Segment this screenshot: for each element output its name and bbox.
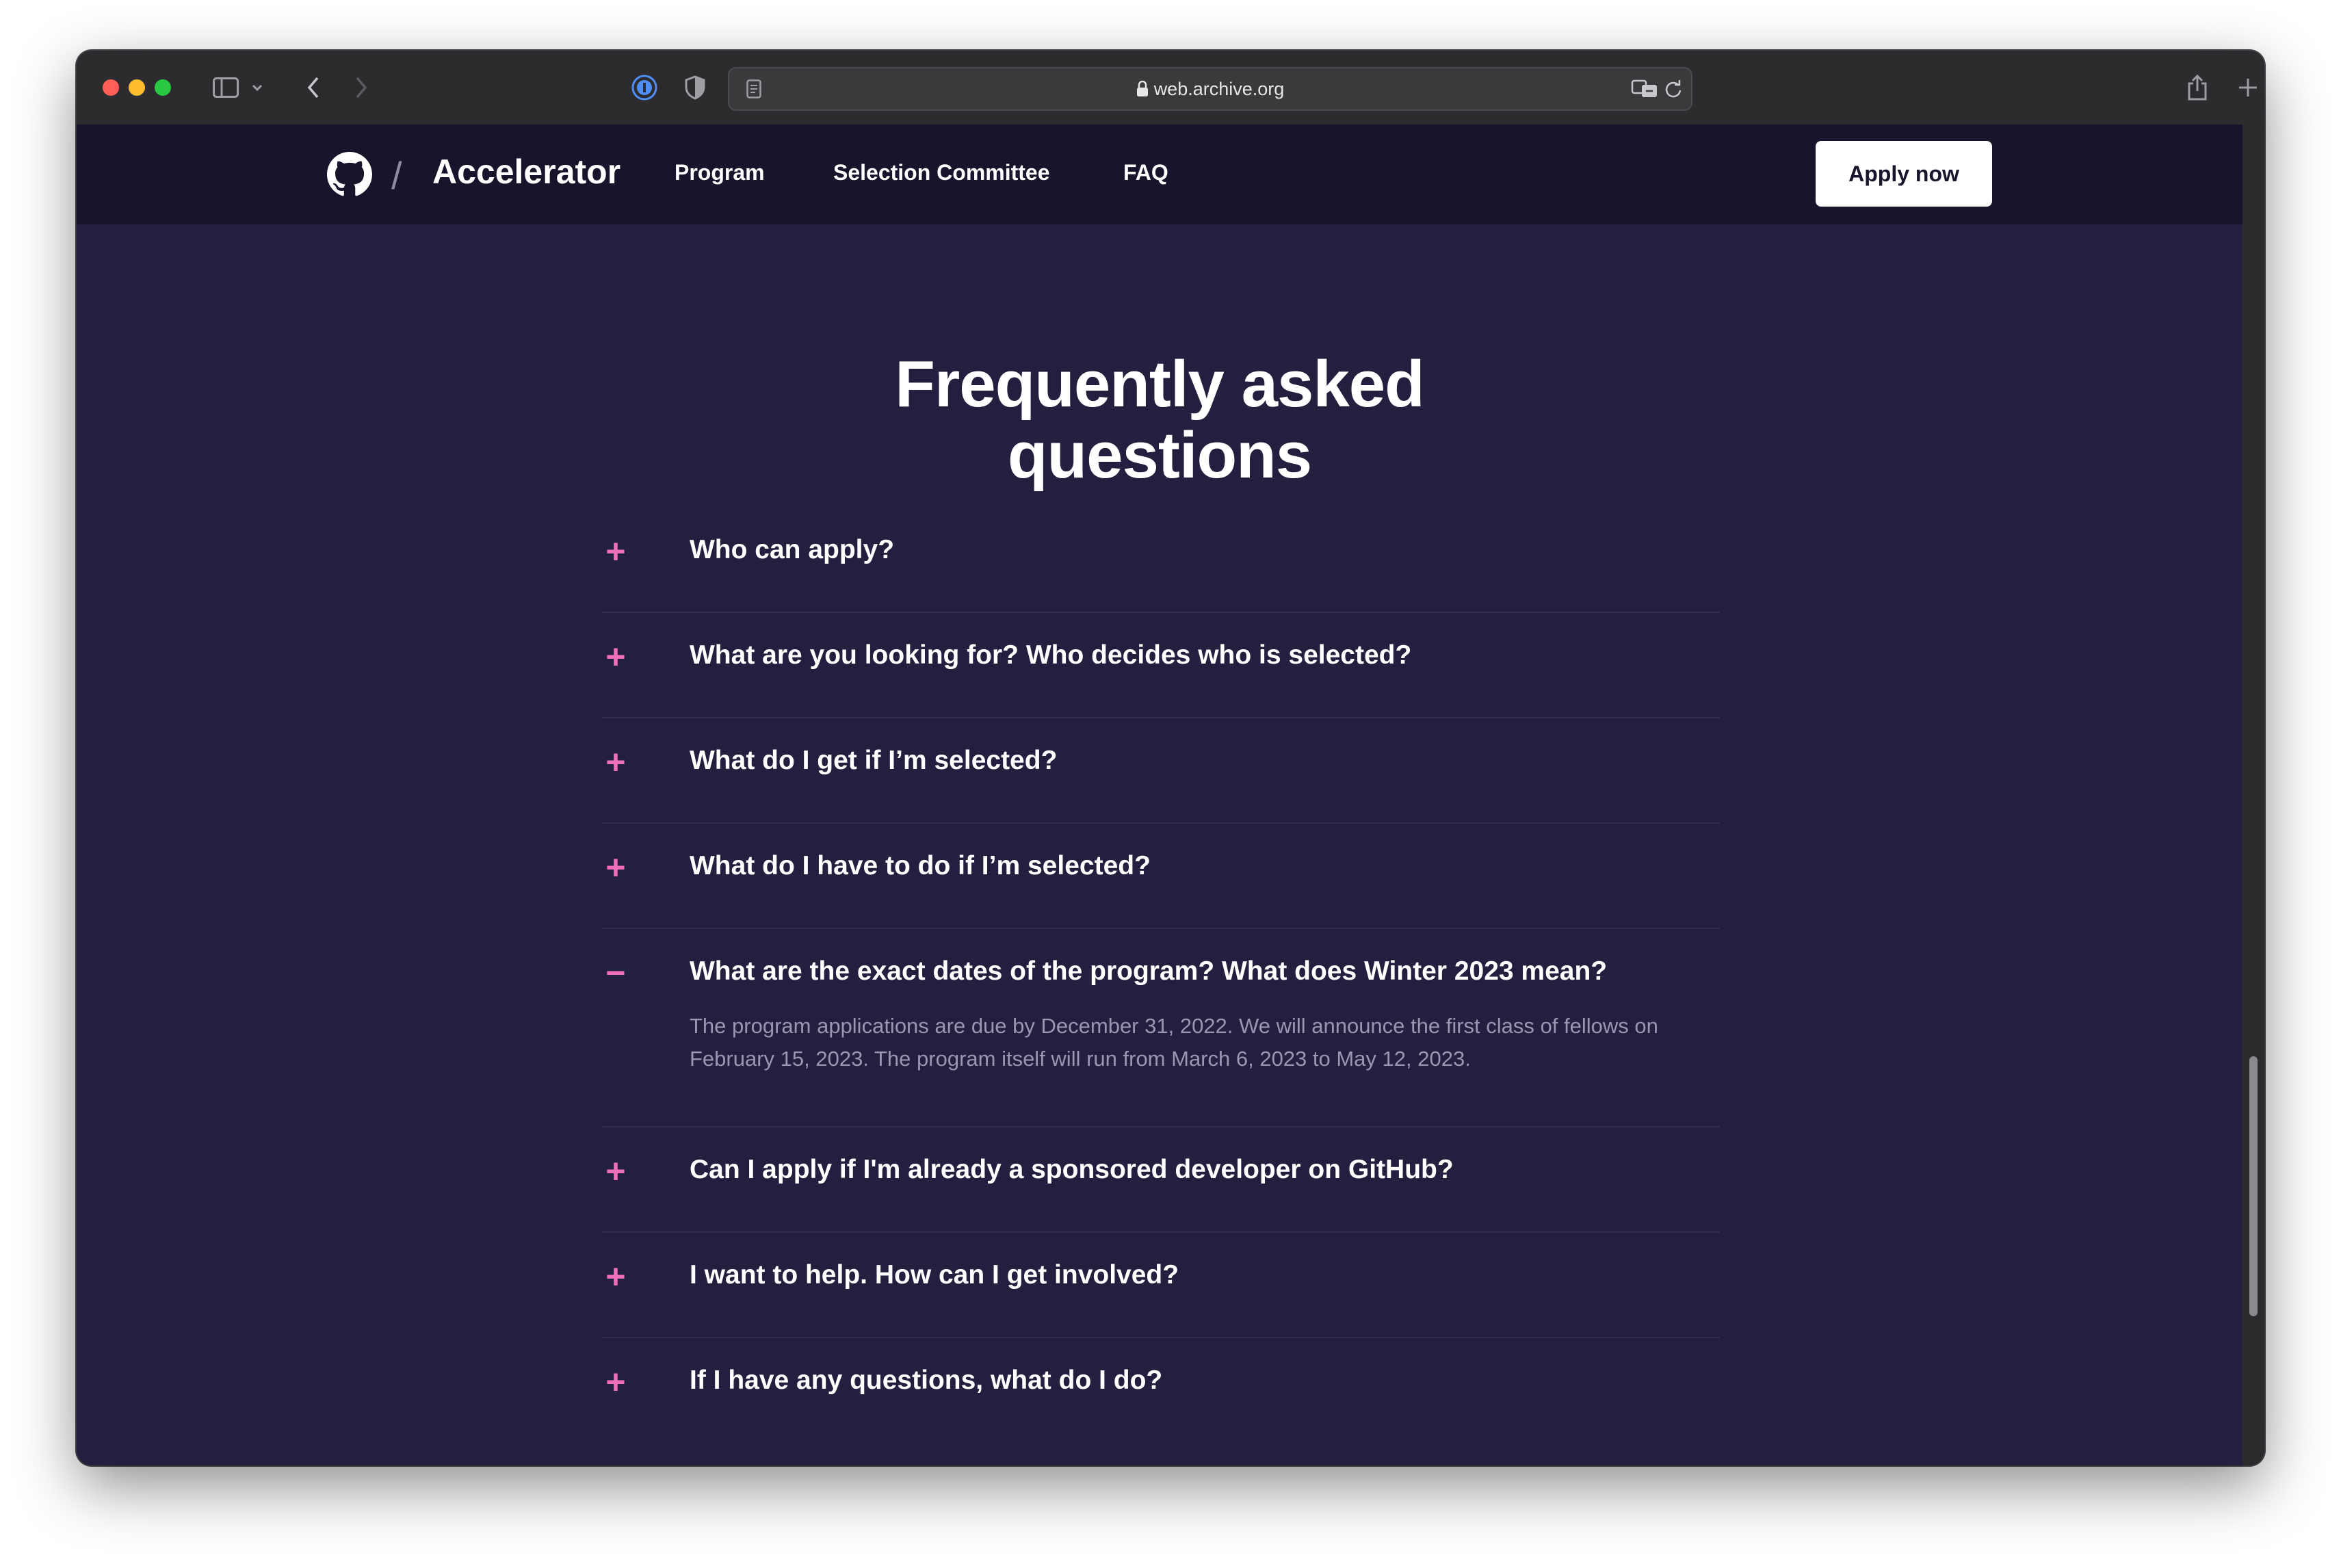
- zoom-window-button[interactable]: [155, 79, 171, 96]
- page-scrollbar[interactable]: [2242, 125, 2264, 1465]
- browser-window: web.archive.org / Accelerator Program Se…: [77, 51, 2264, 1465]
- faq-list: + Who can apply? + What are you looking …: [602, 508, 1720, 1442]
- faq-question[interactable]: Who can apply?: [690, 535, 894, 565]
- browser-toolbar: web.archive.org: [77, 51, 2264, 126]
- faq-answer: The program applications are due by Dece…: [690, 1014, 1658, 1071]
- faq-question[interactable]: Can I apply if I'm already a sponsored d…: [690, 1155, 1454, 1185]
- faq-item[interactable]: + Can I apply if I'm already a sponsored…: [602, 1127, 1720, 1233]
- translate-icon[interactable]: [1630, 73, 1660, 105]
- faq-section: Frequently asked questions + Who can app…: [77, 224, 2242, 1465]
- address-bar[interactable]: web.archive.org: [728, 67, 1692, 111]
- faq-item[interactable]: + If I have any questions, what do I do?: [602, 1338, 1720, 1442]
- close-window-button[interactable]: [103, 79, 119, 96]
- scrollbar-thumb[interactable]: [2249, 1056, 2258, 1316]
- nav-link-program[interactable]: Program: [675, 160, 765, 185]
- expand-icon[interactable]: +: [602, 640, 629, 674]
- expand-icon[interactable]: +: [602, 745, 629, 779]
- expand-icon[interactable]: +: [602, 1365, 629, 1399]
- faq-item[interactable]: + What do I have to do if I’m selected?: [602, 824, 1720, 929]
- faq-question[interactable]: I want to help. How can I get involved?: [690, 1260, 1179, 1290]
- page-title: Frequently asked questions: [77, 349, 2242, 491]
- minimize-window-button[interactable]: [129, 79, 145, 96]
- page-title-line-1: Frequently asked: [895, 348, 1425, 421]
- page-title-line-2: questions: [1007, 419, 1312, 492]
- nav-link-faq[interactable]: FAQ: [1123, 160, 1168, 185]
- faq-question[interactable]: What are you looking for? Who decides wh…: [690, 640, 1411, 670]
- site-header: / Accelerator Program Selection Committe…: [77, 125, 2242, 224]
- nav-link-selection-committee[interactable]: Selection Committee: [833, 160, 1050, 185]
- faq-item[interactable]: + What are you looking for? Who decides …: [602, 613, 1720, 718]
- expand-icon[interactable]: +: [602, 1154, 629, 1188]
- faq-question[interactable]: If I have any questions, what do I do?: [690, 1366, 1162, 1396]
- faq-question[interactable]: What do I have to do if I’m selected?: [690, 851, 1151, 881]
- forward-icon[interactable]: [345, 71, 378, 104]
- apply-now-button[interactable]: Apply now: [1816, 141, 1992, 207]
- url-text: web.archive.org: [1153, 79, 1285, 99]
- expand-icon[interactable]: +: [602, 1259, 629, 1294]
- github-logo-icon[interactable]: [327, 152, 372, 197]
- brand-separator: /: [391, 154, 402, 197]
- lock-icon: [1136, 70, 1149, 112]
- back-icon[interactable]: [297, 71, 330, 104]
- brand-name[interactable]: Accelerator: [432, 152, 620, 192]
- chevron-down-icon[interactable]: [249, 71, 265, 104]
- faq-question[interactable]: What are the exact dates of the program?…: [690, 956, 1607, 986]
- reload-icon[interactable]: [1660, 73, 1687, 105]
- share-icon[interactable]: [2181, 71, 2214, 104]
- sidebar-toggle-icon[interactable]: [208, 71, 244, 104]
- url-display: web.archive.org: [729, 68, 1691, 109]
- faq-item[interactable]: + What do I get if I’m selected?: [602, 718, 1720, 824]
- collapse-icon[interactable]: −: [602, 956, 629, 990]
- password-manager-icon[interactable]: [628, 71, 661, 104]
- expand-icon[interactable]: +: [602, 850, 629, 885]
- faq-item-expanded[interactable]: − What are the exact dates of the progra…: [602, 929, 1720, 1127]
- faq-item[interactable]: + Who can apply?: [602, 508, 1720, 613]
- faq-item[interactable]: + I want to help. How can I get involved…: [602, 1233, 1720, 1338]
- expand-icon[interactable]: +: [602, 534, 629, 569]
- privacy-shield-icon[interactable]: [679, 71, 711, 104]
- new-tab-icon[interactable]: [2232, 71, 2264, 104]
- faq-question[interactable]: What do I get if I’m selected?: [690, 746, 1057, 776]
